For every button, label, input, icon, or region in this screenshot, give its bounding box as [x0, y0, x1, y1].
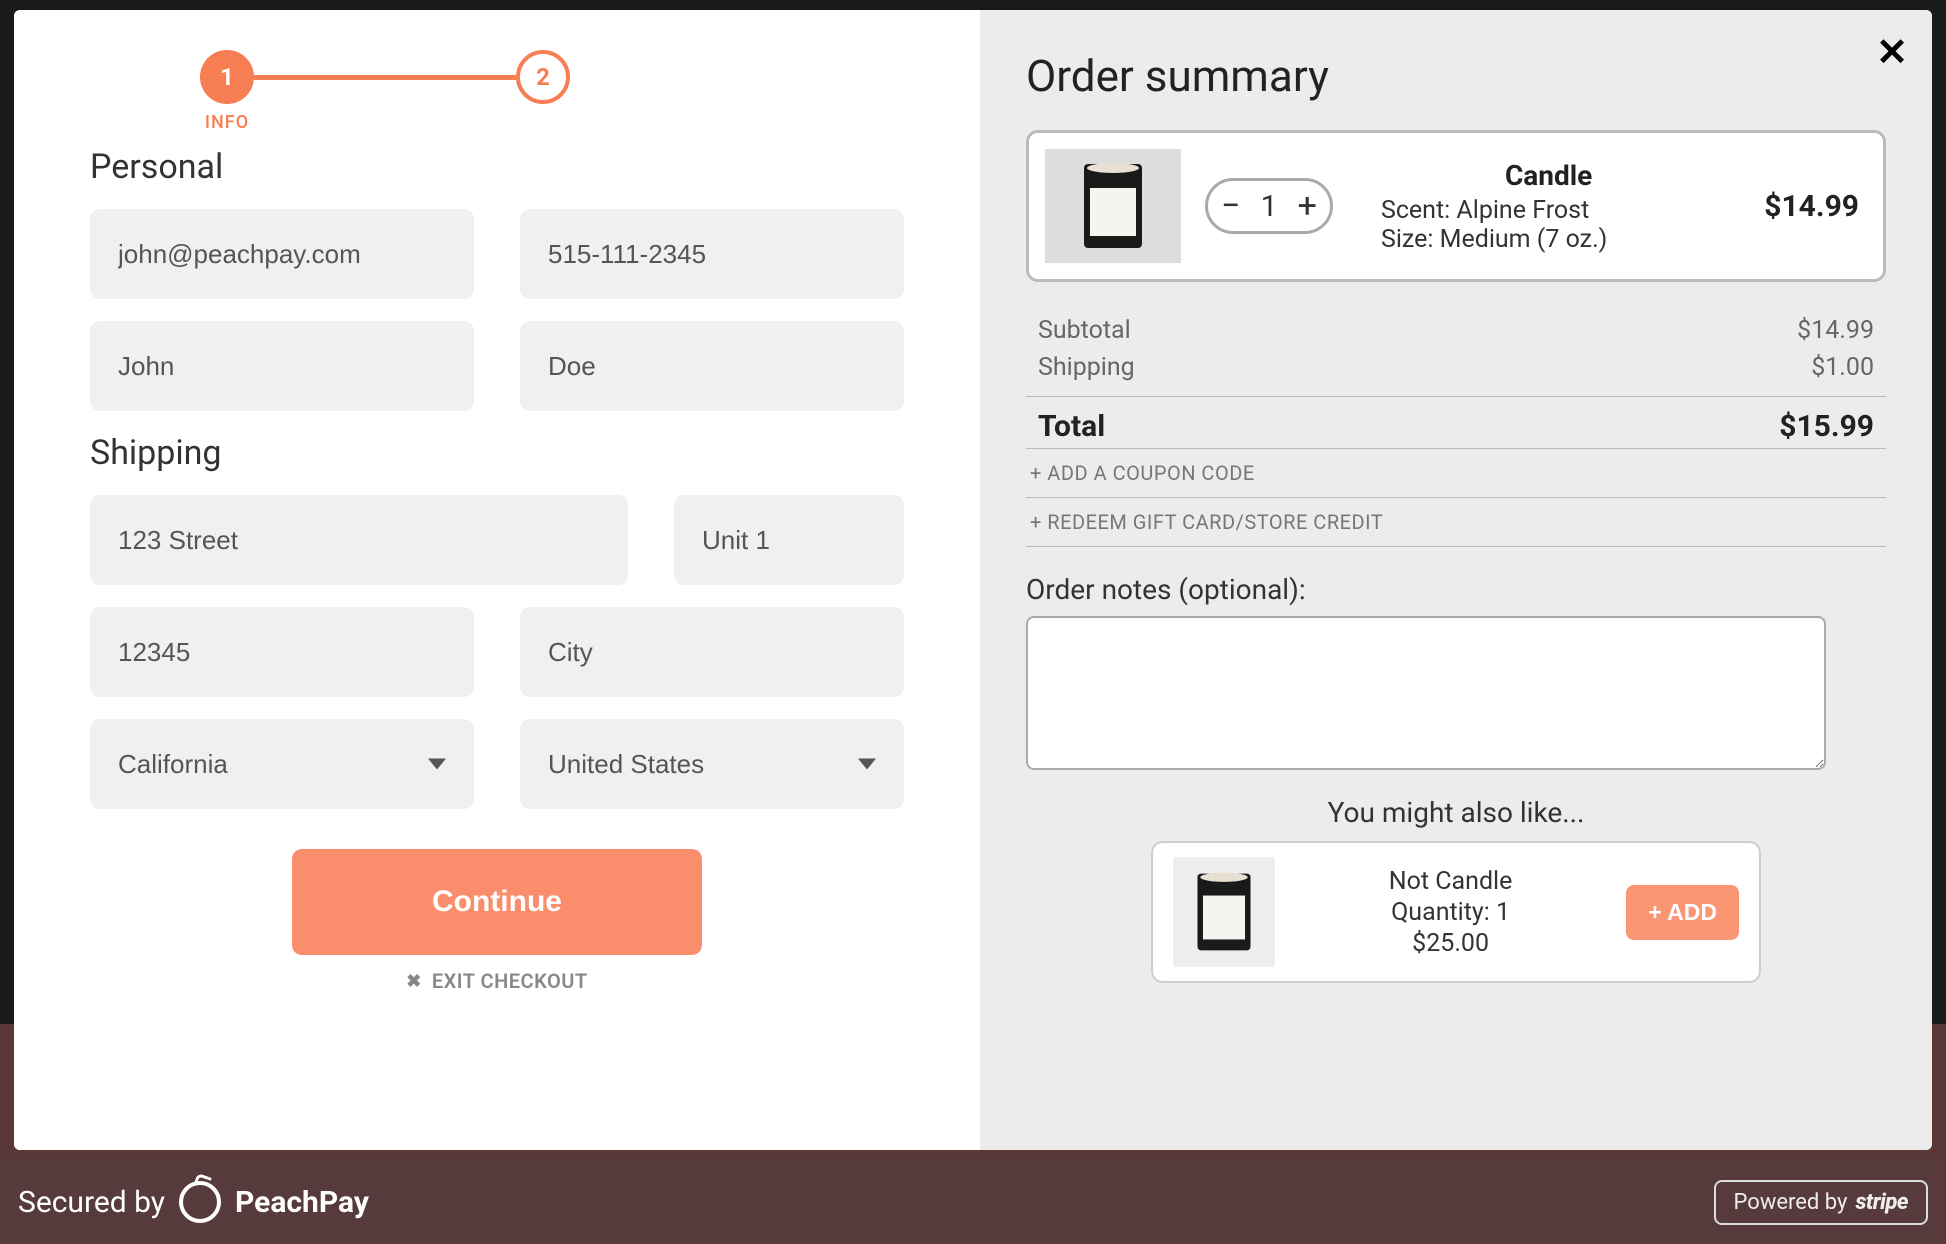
cart-item: − 1 + Candle Scent: Alpine Frost Size: M… — [1026, 130, 1886, 282]
shipping-value: $1.00 — [1811, 353, 1874, 382]
suggestion-heading: You might also like... — [1026, 796, 1886, 829]
product-thumbnail — [1045, 149, 1181, 263]
candle-icon — [1192, 868, 1256, 956]
suggestion-card: Not Candle Quantity: 1 $25.00 + ADD — [1151, 841, 1761, 983]
suggestion-name: Not Candle — [1303, 867, 1598, 896]
suggestion-price: $25.00 — [1303, 929, 1598, 958]
item-name: Candle — [1357, 159, 1740, 192]
email-field[interactable] — [90, 209, 474, 299]
candle-icon — [1078, 158, 1148, 254]
add-coupon-link[interactable]: + ADD A COUPON CODE — [1026, 448, 1886, 497]
chevron-down-icon — [858, 759, 876, 770]
item-price: $14.99 — [1764, 189, 1859, 224]
personal-heading: Personal — [90, 147, 904, 187]
country-value[interactable] — [520, 719, 904, 809]
close-icon: ✖ — [406, 971, 422, 992]
close-modal-button[interactable]: ✕ — [1876, 34, 1908, 72]
total-value: $15.99 — [1779, 409, 1874, 444]
secured-by-label: Secured by — [18, 1185, 165, 1220]
info-panel: 1 2 INFO Personal Shipping — [14, 10, 980, 1150]
order-notes-textarea[interactable] — [1026, 616, 1826, 770]
first-name-field[interactable] — [90, 321, 474, 411]
subtotal-label: Subtotal — [1038, 316, 1131, 345]
address2-field[interactable] — [674, 495, 904, 585]
country-select[interactable] — [520, 719, 904, 809]
chevron-down-icon — [428, 759, 446, 770]
address1-field[interactable] — [90, 495, 628, 585]
city-field[interactable] — [520, 607, 904, 697]
stripe-badge[interactable]: Powered by stripe — [1714, 1180, 1928, 1225]
notes-label: Order notes (optional): — [1026, 573, 1886, 606]
qty-minus-button[interactable]: − — [1215, 189, 1246, 223]
shipping-label: Shipping — [1038, 353, 1135, 382]
shipping-heading: Shipping — [90, 433, 904, 473]
state-select[interactable] — [90, 719, 474, 809]
quantity-stepper[interactable]: − 1 + — [1205, 178, 1333, 234]
powered-by-label: Powered by — [1734, 1190, 1848, 1215]
step-1-circle[interactable]: 1 — [200, 50, 254, 104]
total-label: Total — [1038, 409, 1105, 444]
brand-name: PeachPay — [235, 1185, 369, 1220]
last-name-field[interactable] — [520, 321, 904, 411]
suggestion-thumbnail — [1173, 857, 1275, 967]
exit-checkout-link[interactable]: ✖ EXIT CHECKOUT — [406, 969, 587, 993]
qty-value: 1 — [1261, 189, 1278, 224]
exit-label: EXIT CHECKOUT — [432, 969, 588, 993]
qty-plus-button[interactable]: + — [1292, 189, 1323, 223]
stepper: 1 2 — [200, 50, 570, 104]
item-scent: Scent: Alpine Frost — [1381, 196, 1740, 225]
step-connector — [254, 75, 516, 80]
footer: Secured by PeachPay Powered by stripe — [0, 1160, 1946, 1244]
step-2-circle[interactable]: 2 — [516, 50, 570, 104]
suggestion-qty: Quantity: 1 — [1303, 898, 1598, 927]
add-suggestion-button[interactable]: + ADD — [1626, 885, 1739, 940]
summary-heading: Order summary — [1026, 50, 1886, 102]
redeem-giftcard-link[interactable]: + REDEEM GIFT CARD/STORE CREDIT — [1026, 497, 1886, 547]
stripe-logo: stripe — [1855, 1190, 1908, 1215]
step-1-label: INFO — [200, 112, 254, 133]
item-size: Size: Medium (7 oz.) — [1381, 225, 1740, 254]
zip-field[interactable] — [90, 607, 474, 697]
continue-button[interactable]: Continue — [292, 849, 702, 955]
summary-panel: ✕ Order summary − 1 + Candle Scent: Alpi… — [980, 10, 1932, 1150]
peachpay-icon — [179, 1181, 221, 1223]
checkout-modal: 1 2 INFO Personal Shipping — [14, 10, 1932, 1150]
state-value[interactable] — [90, 719, 474, 809]
subtotal-value: $14.99 — [1797, 316, 1874, 345]
phone-field[interactable] — [520, 209, 904, 299]
